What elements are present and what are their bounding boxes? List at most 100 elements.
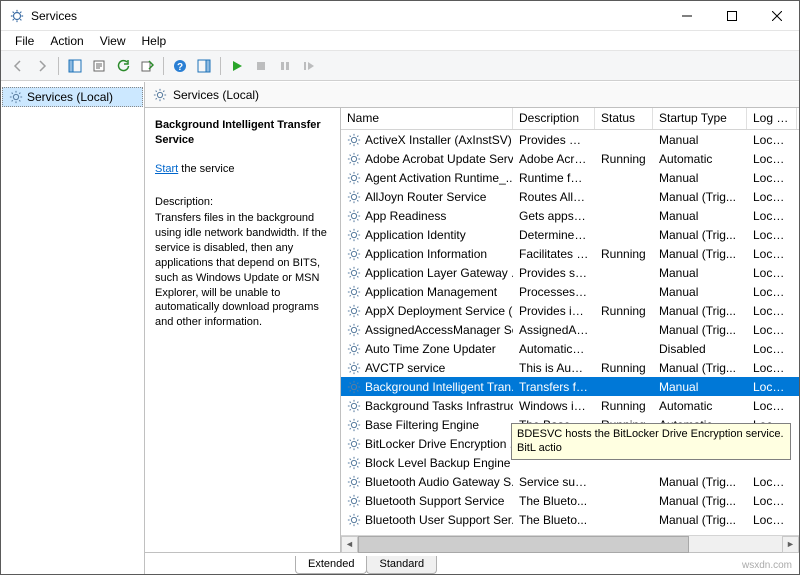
table-row[interactable]: Background Tasks Infrastruc...Windows in… [341, 396, 799, 415]
col-logon[interactable]: Log On [747, 108, 797, 129]
close-button[interactable] [754, 1, 799, 30]
properties-button[interactable] [88, 55, 110, 77]
service-desc: Transfers fil... [513, 379, 595, 395]
menubar: File Action View Help [1, 31, 799, 51]
service-status: Running [595, 246, 653, 262]
horizontal-scrollbar[interactable]: ◄ ► [341, 535, 799, 552]
stop-service-button[interactable] [250, 55, 272, 77]
console-tree: Services (Local) [1, 82, 145, 574]
forward-button[interactable] [31, 55, 53, 77]
service-detail-panel: Background Intelligent Transfer Service … [145, 108, 340, 552]
table-row[interactable]: Application ManagementProcesses in...Man… [341, 282, 799, 301]
tab-extended[interactable]: Extended [295, 556, 367, 574]
tree-node-services-local[interactable]: Services (Local) [2, 87, 143, 107]
service-desc: The Blueto... [513, 512, 595, 528]
minimize-button[interactable] [664, 1, 709, 30]
table-row[interactable]: Application Layer Gateway ...Provides su… [341, 263, 799, 282]
service-name: Bluetooth User Support Ser... [365, 513, 513, 527]
service-status [595, 386, 653, 388]
table-row[interactable]: Bluetooth User Support Ser...The Blueto.… [341, 510, 799, 529]
service-status [595, 177, 653, 179]
table-row[interactable]: Application Information Facilitates t...R… [341, 244, 799, 263]
table-row[interactable]: AssignedAccessManager Se...AssignedAc...… [341, 320, 799, 339]
table-row[interactable]: Agent Activation Runtime_...Runtime for.… [341, 168, 799, 187]
service-name: AssignedAccessManager Se... [365, 323, 513, 337]
service-name: AllJoyn Router Service [365, 190, 486, 204]
maximize-button[interactable] [709, 1, 754, 30]
tooltip: BDESVC hosts the BitLocker Drive Encrypt… [511, 423, 791, 460]
pause-service-button[interactable] [274, 55, 296, 77]
gear-icon [347, 513, 361, 527]
service-desc: Gets apps re... [513, 208, 595, 224]
table-row[interactable]: AVCTP serviceThis is Audi...RunningManua… [341, 358, 799, 377]
service-desc: Processes in... [513, 284, 595, 300]
service-status [595, 481, 653, 483]
menu-help[interactable]: Help [134, 32, 175, 50]
refresh-button[interactable] [112, 55, 134, 77]
gear-icon [153, 88, 167, 102]
col-desc[interactable]: Description [513, 108, 595, 129]
gear-icon [347, 399, 361, 413]
back-button[interactable] [7, 55, 29, 77]
table-row[interactable]: Application IdentityDetermines ...Manual… [341, 225, 799, 244]
service-startup: Manual [653, 265, 747, 281]
gear-icon [347, 266, 361, 280]
table-row[interactable]: Background Intelligent Tran...Transfers … [341, 377, 799, 396]
col-name[interactable]: Name [341, 108, 513, 129]
watermark: wsxdn.com [742, 560, 792, 571]
service-status: Running [595, 360, 653, 376]
restart-service-button[interactable] [298, 55, 320, 77]
service-desc: Provides inf... [513, 303, 595, 319]
service-startup: Manual (Trig... [653, 246, 747, 262]
service-status [595, 272, 653, 274]
table-row[interactable]: ActiveX Installer (AxInstSV)Provides Us.… [341, 130, 799, 149]
col-start[interactable]: Startup Type [653, 108, 747, 129]
service-status: Running [595, 398, 653, 414]
service-desc: Windows in... [513, 398, 595, 414]
service-logon: Local Sy [747, 322, 797, 338]
service-logon: Local Se [747, 227, 797, 243]
scroll-thumb[interactable] [358, 536, 689, 553]
service-list[interactable]: ActiveX Installer (AxInstSV)Provides Us.… [341, 130, 799, 535]
scroll-left-icon[interactable]: ◄ [341, 536, 358, 553]
service-logon: Local Se [747, 341, 797, 357]
service-name: Block Level Backup Engine ... [365, 456, 513, 470]
service-name: App Readiness [365, 209, 446, 223]
service-logon [747, 462, 797, 464]
table-row[interactable]: Bluetooth Support ServiceThe Blueto...Ma… [341, 491, 799, 510]
service-startup: Manual [653, 379, 747, 395]
table-row[interactable]: Adobe Acrobat Update Serv...Adobe Acro..… [341, 149, 799, 168]
table-row[interactable]: AllJoyn Router ServiceRoutes AllJo...Man… [341, 187, 799, 206]
view-tabs: Extended Standard [145, 552, 799, 574]
table-row[interactable]: App ReadinessGets apps re...ManualLocal … [341, 206, 799, 225]
gear-icon [347, 342, 361, 356]
start-service-link[interactable]: Start [155, 163, 178, 175]
service-logon: Local Sy [747, 512, 797, 528]
table-row[interactable]: Bluetooth Audio Gateway S...Service sup.… [341, 472, 799, 491]
show-hide-tree-button[interactable] [64, 55, 86, 77]
service-logon: Local Sy [747, 151, 797, 167]
help-button[interactable]: ? [169, 55, 191, 77]
gear-icon [347, 494, 361, 508]
menu-file[interactable]: File [7, 32, 42, 50]
start-service-button[interactable] [226, 55, 248, 77]
service-logon: Local Se [747, 265, 797, 281]
export-button[interactable] [136, 55, 158, 77]
tab-standard[interactable]: Standard [366, 556, 437, 574]
table-row[interactable]: Auto Time Zone UpdaterAutomatica...Disab… [341, 339, 799, 358]
service-status [595, 215, 653, 217]
service-startup: Disabled [653, 341, 747, 357]
col-status[interactable]: Status [595, 108, 653, 129]
service-status [595, 500, 653, 502]
table-row[interactable]: AppX Deployment Service (...Provides inf… [341, 301, 799, 320]
service-name: Application Information [365, 247, 487, 261]
service-status [595, 519, 653, 521]
menu-action[interactable]: Action [42, 32, 91, 50]
menu-view[interactable]: View [92, 32, 134, 50]
gear-icon [347, 133, 361, 147]
scroll-right-icon[interactable]: ► [782, 536, 799, 553]
gear-icon [347, 304, 361, 318]
service-desc: Facilitates t... [513, 246, 595, 262]
window-title: Services [31, 9, 664, 23]
show-hide-action-pane-button[interactable] [193, 55, 215, 77]
